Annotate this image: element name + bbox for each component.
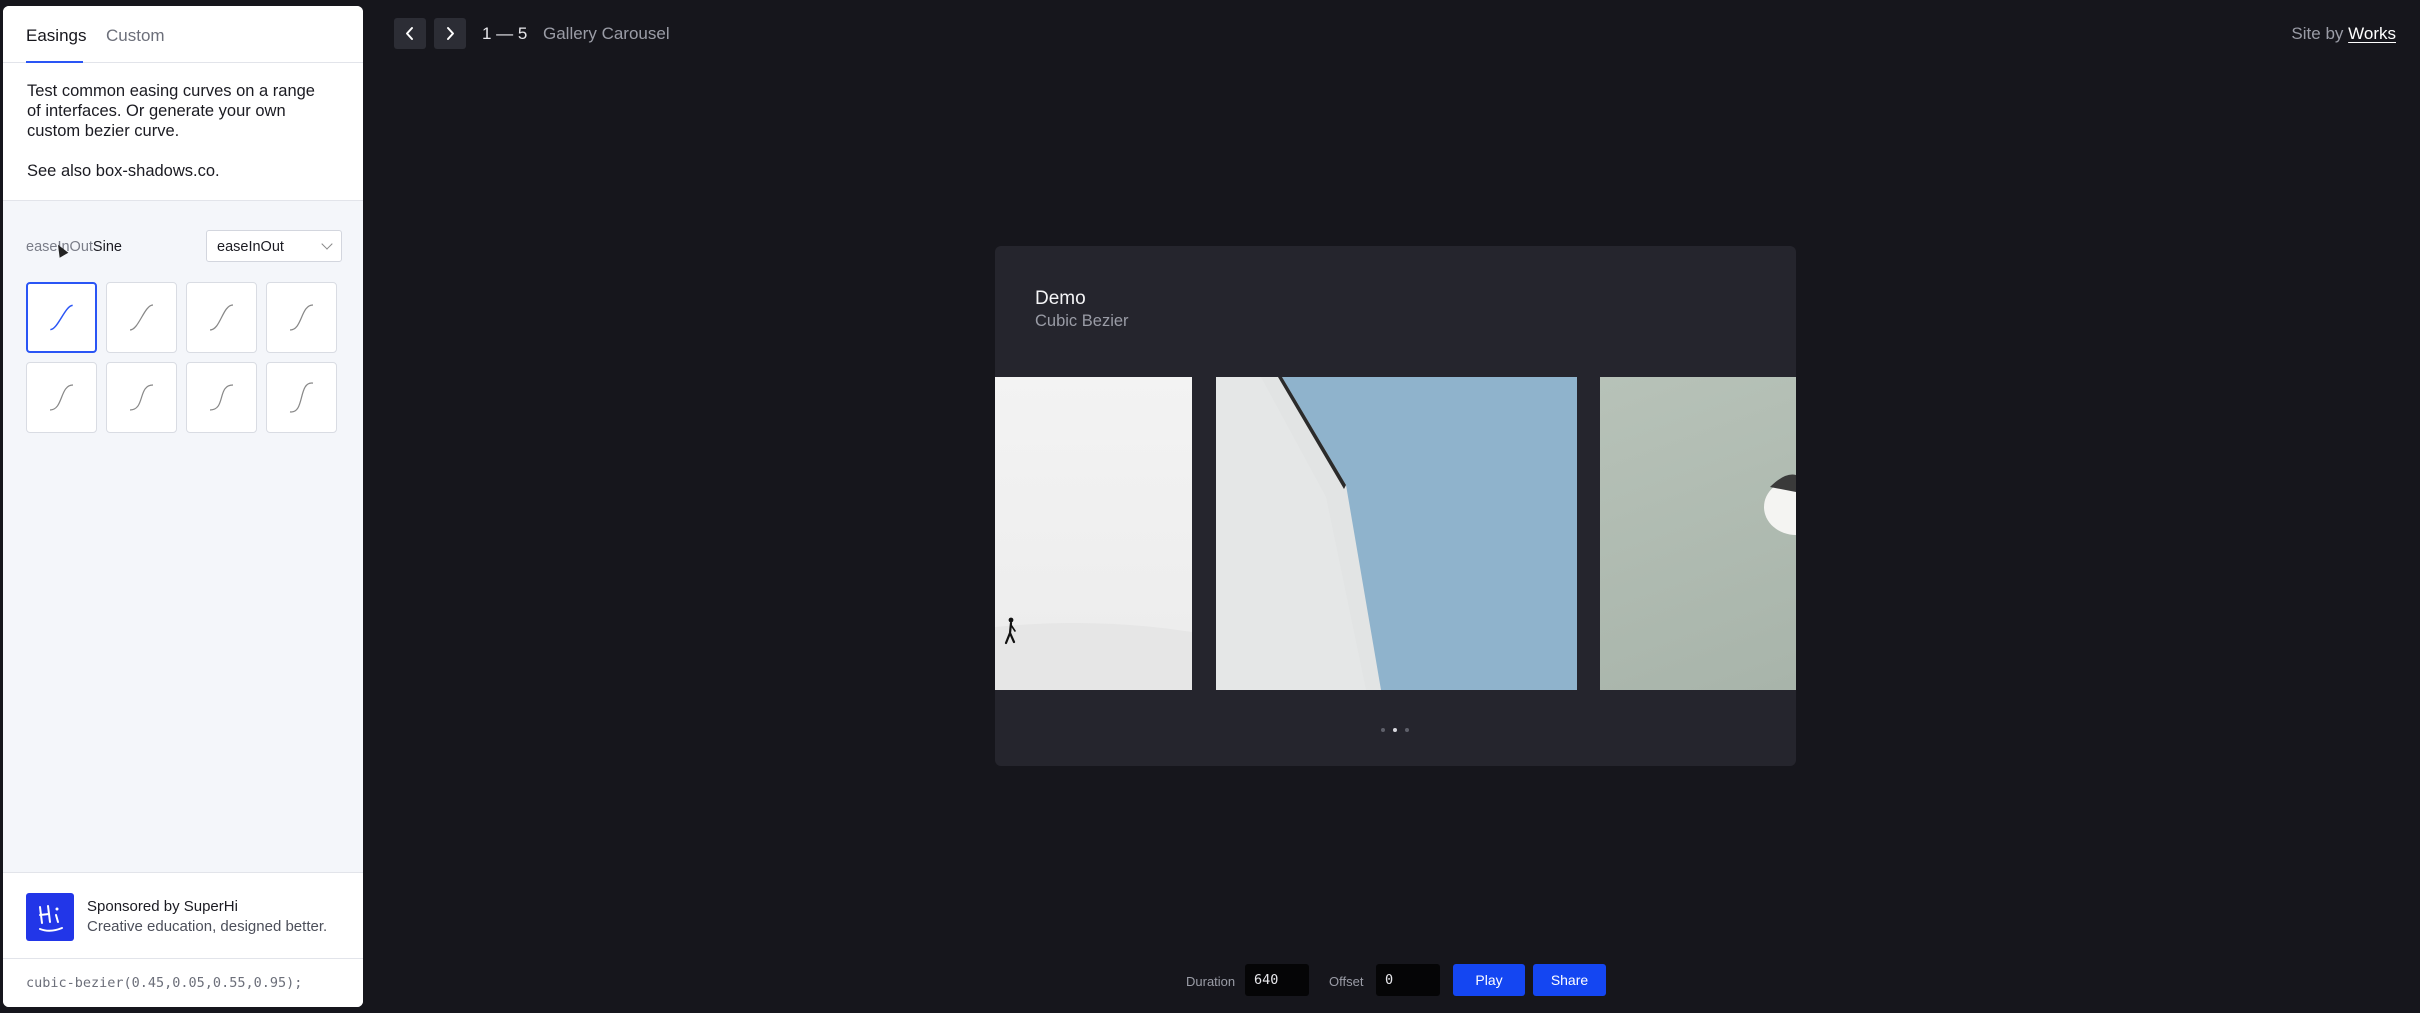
carousel-slide-1[interactable] — [995, 377, 1192, 690]
sidebar: Easings Custom Test common easing curves… — [3, 6, 363, 1007]
intro-text: Test common easing curves on a range of … — [27, 82, 315, 140]
person-walking-image — [995, 617, 1192, 690]
active-tab-indicator — [26, 61, 83, 63]
curve-option-8[interactable] — [266, 362, 337, 433]
duration-input[interactable]: 640 — [1245, 964, 1309, 996]
easing-name: easeInOutSine — [26, 239, 122, 255]
curve-circ-icon — [209, 384, 234, 411]
carousel-dot-3[interactable] — [1405, 728, 1409, 732]
easing-type-value: easeInOut — [217, 239, 284, 255]
chevron-down-icon — [321, 238, 333, 250]
curve-quart-icon — [289, 304, 314, 331]
sponsor-section[interactable]: Sponsored by SuperHi Creative education,… — [3, 872, 363, 959]
works-link[interactable]: Works — [2348, 24, 2396, 43]
chevron-right-icon — [447, 27, 454, 40]
site-credit: Site by Works — [2291, 24, 2396, 44]
curve-option-7[interactable] — [186, 362, 257, 433]
curve-option-3[interactable] — [186, 282, 257, 353]
site-credit-label: Site by — [2291, 24, 2344, 43]
architecture-sky-image — [1216, 377, 1381, 690]
carousel-dot-2[interactable] — [1393, 728, 1397, 732]
curve-quint-icon — [49, 384, 74, 411]
lamp-image — [1764, 474, 1796, 535]
superhi-logo — [26, 893, 74, 941]
carousel-dot-1[interactable] — [1381, 728, 1385, 732]
curve-option-1[interactable] — [26, 282, 97, 353]
curve-option-5[interactable] — [26, 362, 97, 433]
curve-back-icon — [289, 382, 314, 413]
easing-selector-row: easeInOutSine easeInOut — [26, 230, 342, 264]
sidebar-tabs: Easings Custom — [3, 6, 363, 63]
offset-input[interactable]: 0 — [1376, 964, 1440, 996]
pager-count: 1 — 5 — [482, 24, 528, 43]
chevron-left-icon — [406, 27, 413, 40]
carousel-slide-2[interactable] — [1216, 377, 1577, 690]
offset-label: Offset — [1329, 974, 1364, 989]
easing-name-suffix: Sine — [92, 239, 122, 255]
sponsor-title: Sponsored by SuperHi — [87, 898, 238, 915]
carousel-dots — [1381, 728, 1411, 734]
carousel-slide-3[interactable] — [1600, 377, 1796, 690]
see-also-link[interactable]: See also box-shadows.co. — [27, 161, 317, 181]
css-code-bar: cubic-bezier(0.45,0.05,0.55,0.95); — [3, 958, 363, 1007]
demo-subtitle: Cubic Bezier — [1035, 312, 1129, 330]
previous-button[interactable] — [394, 18, 426, 49]
sponsor-subtitle: Creative education, designed better. — [87, 918, 328, 935]
page-title: Gallery Carousel — [543, 24, 670, 43]
curve-sine-icon — [50, 304, 73, 331]
demo-card: Demo Cubic Bezier — [995, 246, 1796, 766]
curve-quad-icon — [129, 304, 154, 331]
duration-label: Duration — [1186, 974, 1236, 989]
cubic-bezier-code[interactable]: cubic-bezier(0.45,0.05,0.55,0.95); — [26, 975, 302, 991]
curve-option-6[interactable] — [106, 362, 177, 433]
intro-section: Test common easing curves on a range of … — [3, 63, 363, 201]
superhi-logo-mark — [39, 905, 63, 932]
tab-custom[interactable]: Custom — [106, 26, 165, 46]
easing-type-select[interactable]: easeInOut — [206, 230, 342, 262]
curve-option-2[interactable] — [106, 282, 177, 353]
tab-easings[interactable]: Easings — [26, 26, 86, 46]
next-button[interactable] — [434, 18, 466, 49]
curve-option-4[interactable] — [266, 282, 337, 353]
demo-title: Demo — [1035, 288, 1086, 309]
play-button[interactable]: Play — [1453, 964, 1525, 996]
share-button[interactable]: Share — [1533, 964, 1606, 996]
curve-expo-icon — [129, 384, 154, 411]
curve-cubic-icon — [209, 304, 234, 331]
